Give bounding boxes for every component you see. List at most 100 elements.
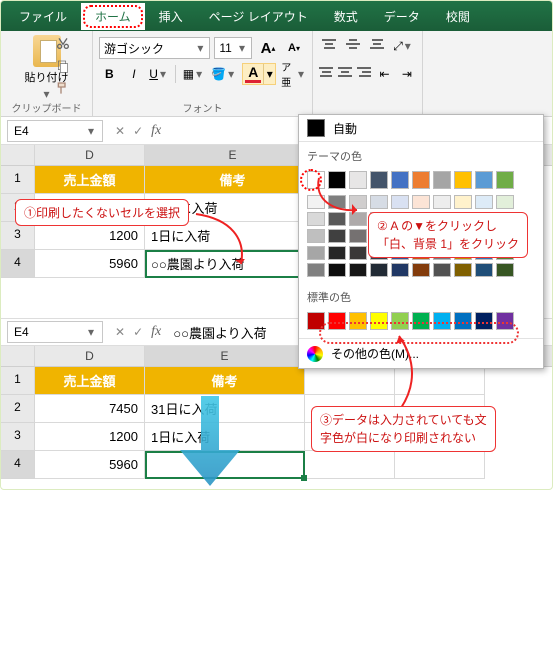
format-painter-icon[interactable]	[55, 81, 71, 97]
color-swatch[interactable]	[391, 312, 409, 330]
copy-icon[interactable]	[55, 59, 71, 75]
tab-review[interactable]: 校閲	[434, 3, 482, 30]
font-name-combo[interactable]: 游ゴシック ▾	[99, 37, 210, 59]
color-swatch[interactable]	[349, 246, 367, 260]
cell[interactable]: 1200	[35, 423, 145, 451]
font-color-button[interactable]: A ▾	[242, 63, 276, 85]
cell[interactable]: 5960	[35, 451, 145, 479]
color-swatch[interactable]	[307, 246, 325, 260]
color-swatch[interactable]	[433, 312, 451, 330]
color-swatch[interactable]	[454, 263, 472, 277]
align-right-icon[interactable]	[357, 63, 372, 81]
cell-header[interactable]: 備考	[145, 166, 321, 194]
column-header-D[interactable]: D	[35, 145, 145, 165]
cell[interactable]: 1日に入荷	[145, 423, 305, 451]
color-swatch[interactable]	[475, 195, 493, 209]
align-left-icon[interactable]	[319, 63, 334, 81]
color-swatch[interactable]	[370, 195, 388, 209]
color-swatch[interactable]	[496, 312, 514, 330]
color-swatch[interactable]	[475, 263, 493, 277]
column-header-D[interactable]: D	[35, 346, 145, 366]
color-swatch[interactable]	[412, 195, 430, 209]
align-middle-icon[interactable]	[343, 35, 363, 53]
enter-icon[interactable]: ✓	[133, 124, 143, 138]
color-swatch[interactable]	[454, 171, 472, 189]
tab-home[interactable]: ホーム	[81, 3, 145, 30]
color-swatch[interactable]	[370, 171, 388, 189]
color-swatch[interactable]	[349, 229, 367, 243]
color-swatch[interactable]	[412, 171, 430, 189]
phonetic-button[interactable]: ア亜▾	[280, 63, 306, 85]
cell[interactable]	[305, 451, 395, 479]
column-header-E[interactable]: E	[145, 346, 305, 366]
fx-icon[interactable]: fx	[151, 324, 161, 340]
cell-header[interactable]: 売上金額	[35, 166, 145, 194]
column-header-E[interactable]: E	[145, 145, 321, 165]
color-swatch[interactable]	[328, 246, 346, 260]
row-header[interactable]: 4	[1, 250, 35, 278]
color-swatch[interactable]	[391, 195, 409, 209]
color-swatch[interactable]	[496, 195, 514, 209]
color-swatch[interactable]	[412, 263, 430, 277]
name-box[interactable]: E4 ▾	[7, 321, 103, 343]
color-swatch[interactable]	[454, 195, 472, 209]
italic-button[interactable]: I	[124, 63, 145, 85]
fx-icon[interactable]: fx	[151, 123, 161, 139]
align-center-icon[interactable]	[338, 63, 353, 81]
automatic-color-swatch[interactable]	[307, 119, 325, 137]
cell[interactable]: 1200	[35, 222, 145, 250]
color-swatch[interactable]	[391, 263, 409, 277]
tab-pagelayout[interactable]: ページ レイアウト	[197, 3, 320, 30]
color-swatch[interactable]	[307, 263, 325, 277]
tab-formulas[interactable]: 数式	[322, 3, 370, 30]
color-swatch[interactable]	[307, 229, 325, 243]
enter-icon[interactable]: ✓	[133, 325, 143, 339]
decrease-indent-icon[interactable]: ⇤	[375, 63, 393, 85]
bold-button[interactable]: B	[99, 63, 120, 85]
color-swatch[interactable]	[349, 312, 367, 330]
color-swatch[interactable]	[433, 263, 451, 277]
tab-insert[interactable]: 挿入	[147, 3, 195, 30]
color-swatch[interactable]	[391, 171, 409, 189]
select-all-corner[interactable]	[1, 346, 35, 366]
color-swatch[interactable]	[433, 195, 451, 209]
row-header[interactable]: 1	[1, 166, 35, 194]
align-bottom-icon[interactable]	[367, 35, 387, 53]
decrease-font-icon[interactable]: A▾	[282, 37, 306, 59]
color-swatch[interactable]	[349, 263, 367, 277]
color-swatch[interactable]	[454, 312, 472, 330]
color-swatch[interactable]	[328, 229, 346, 243]
underline-button[interactable]: U▾	[148, 63, 169, 85]
cut-icon[interactable]	[55, 37, 71, 53]
color-swatch[interactable]	[328, 312, 346, 330]
align-top-icon[interactable]	[319, 35, 339, 53]
tab-file[interactable]: ファイル	[7, 3, 79, 30]
tab-data[interactable]: データ	[372, 3, 432, 30]
color-swatch[interactable]	[370, 263, 388, 277]
border-button[interactable]: ▦▾	[182, 63, 205, 85]
cell[interactable]: 7450	[35, 395, 145, 423]
color-swatch[interactable]	[307, 312, 325, 330]
color-swatch[interactable]	[496, 171, 514, 189]
row-header[interactable]: 4	[1, 451, 35, 479]
cancel-icon[interactable]: ✕	[115, 325, 125, 339]
orientation-icon[interactable]: ⤢▾	[391, 35, 415, 57]
fill-color-button[interactable]: 🪣▾	[209, 63, 238, 85]
cell[interactable]: 31日に入荷	[145, 395, 305, 423]
cell[interactable]	[395, 451, 485, 479]
color-swatch[interactable]	[475, 312, 493, 330]
cell-header[interactable]: 売上金額	[35, 367, 145, 395]
cancel-icon[interactable]: ✕	[115, 124, 125, 138]
increase-font-icon[interactable]: A▴	[256, 37, 280, 59]
row-header[interactable]: 3	[1, 222, 35, 250]
increase-indent-icon[interactable]: ⇥	[398, 63, 416, 85]
color-swatch[interactable]	[475, 171, 493, 189]
font-color-dropdown[interactable]: ▾	[263, 64, 275, 84]
row-header[interactable]: 2	[1, 395, 35, 423]
color-swatch[interactable]	[370, 312, 388, 330]
row-header[interactable]: 1	[1, 367, 35, 395]
select-all-corner[interactable]	[1, 145, 35, 165]
row-header[interactable]: 3	[1, 423, 35, 451]
color-swatch[interactable]	[433, 171, 451, 189]
color-swatch[interactable]	[496, 263, 514, 277]
